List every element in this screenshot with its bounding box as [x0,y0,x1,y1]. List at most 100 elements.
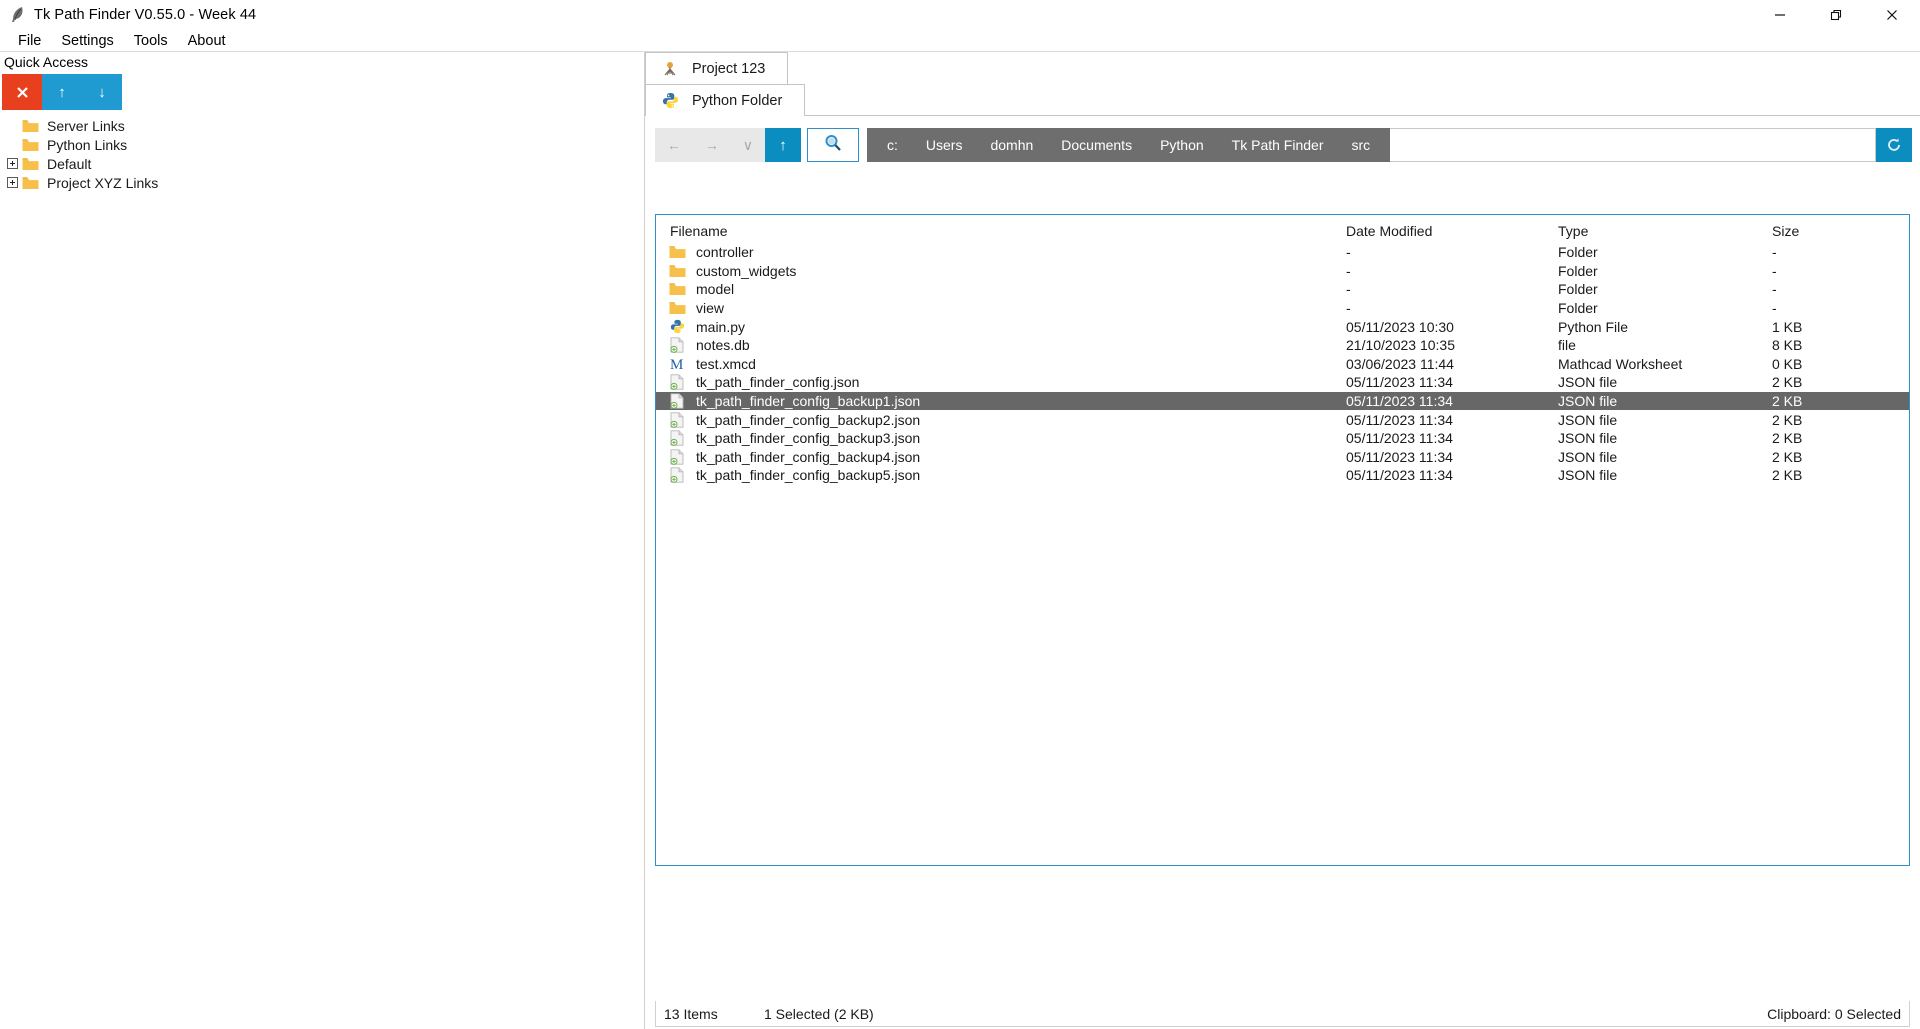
project-tab-bar: Project 123 [645,52,1920,84]
cell-size: 2 KB [1772,411,1803,428]
tree-roots-icon [660,60,680,78]
folder-icon [668,263,686,279]
generic-file-icon [668,393,686,409]
path-input[interactable] [1390,128,1876,162]
table-row[interactable]: Mtest.xmcd 03/06/2023 11:44 Mathcad Worksh… [656,355,1909,374]
table-row[interactable]: custom_widgets - Folder - [656,262,1909,281]
cell-date-modified: 05/11/2023 10:30 [1346,318,1454,335]
filename-label: notes.db [696,337,750,354]
up-directory-button[interactable]: ↑ [765,128,801,162]
quick-access-item-python-links[interactable]: Python Links [0,135,644,154]
breadcrumb-item-c[interactable]: c: [873,137,912,153]
close-button[interactable] [1864,0,1920,30]
tab-project-123[interactable]: Project 123 [645,52,789,84]
column-header-date-modified[interactable]: Date Modified [1346,223,1558,239]
refresh-button[interactable] [1876,128,1912,162]
window-title: Tk Path Finder V0.55.0 - Week 44 [34,6,257,23]
cell-date-modified: 05/11/2023 11:34 [1346,448,1453,465]
table-row[interactable]: tk_path_finder_config_backup5.json 05/11/… [656,466,1909,485]
cell-type: JSON file [1558,430,1618,447]
status-clipboard: Clipboard: 0 Selected [1767,1005,1901,1022]
table-row[interactable]: tk_path_finder_config.json 05/11/2023 11:… [656,373,1909,392]
breadcrumb-item-tk-path-finder[interactable]: Tk Path Finder [1218,137,1338,153]
table-row[interactable]: tk_path_finder_config_backup1.json 05/11/… [656,391,1909,411]
cell-type: JSON file [1558,448,1618,465]
table-row[interactable]: controller - Folder - [656,243,1909,262]
menu-item-file[interactable]: File [8,31,51,51]
cell-type: Folder [1558,262,1598,279]
file-browser-pane: Project 123 Python Folder ← → ∨ ↑ c: Use… [645,52,1920,1029]
cell-type: Folder [1558,300,1598,317]
expand-icon[interactable] [4,156,20,172]
column-header-size[interactable]: Size [1772,223,1892,239]
column-header-filename[interactable]: Filename [656,223,1346,239]
cell-type: JSON file [1558,374,1618,391]
cell-type: file [1558,337,1576,354]
tab-label: Project 123 [692,60,766,77]
tab-python-folder[interactable]: Python Folder [645,84,806,116]
filename-label: tk_path_finder_config_backup1.json [696,393,921,410]
menu-item-tools[interactable]: Tools [124,31,178,51]
quick-access-move-down-button[interactable]: ↓ [82,74,122,110]
cell-filename: custom_widgets [656,263,1346,279]
folder-icon [668,281,686,297]
quick-access-delete-button[interactable] [2,74,42,110]
cell-type: Mathcad Worksheet [1558,355,1683,372]
generic-file-icon [668,411,686,428]
table-row[interactable]: view - Folder - [656,299,1909,318]
table-row[interactable]: tk_path_finder_config_backup2.json 05/11/… [656,410,1909,429]
menu-item-settings[interactable]: Settings [51,31,123,51]
cell-size: 2 KB [1772,374,1803,391]
table-row[interactable]: main.py 05/11/2023 10:30 Python File 1 KB [656,317,1909,336]
column-header-type[interactable]: Type [1558,223,1772,239]
back-button[interactable]: ← [667,137,681,153]
folder-tab-bar: Python Folder [645,84,1920,116]
folder-icon [22,157,39,171]
generic-file-icon [668,374,686,391]
breadcrumb-item-src[interactable]: src [1338,137,1385,153]
minimize-button[interactable] [1752,0,1808,30]
table-row[interactable]: tk_path_finder_config_backup4.json 05/11/… [656,448,1909,467]
quick-access-item-default[interactable]: Default [0,154,644,173]
python-icon [660,92,680,110]
quick-access-move-up-button[interactable]: ↑ [42,74,82,110]
maximize-button[interactable] [1808,0,1864,30]
file-list[interactable]: Filename Date Modified Type Size control… [655,214,1910,866]
tab-label: Python Folder [692,92,783,109]
table-row[interactable]: tk_path_finder_config_backup3.json 05/11/… [656,429,1909,448]
status-bar: 13 Items 1 Selected (2 KB) Clipboard: 0 … [655,1001,1910,1027]
breadcrumb-item-python[interactable]: Python [1146,137,1218,153]
filename-label: main.py [696,318,746,335]
quick-access-item-server-links[interactable]: Server Links [0,116,644,135]
breadcrumb-item-users[interactable]: Users [912,137,977,153]
history-dropdown-button[interactable]: ∨ [743,137,753,154]
expand-icon[interactable] [4,175,20,191]
folder-icon [22,119,39,133]
history-nav-group: ← → ∨ [655,128,765,162]
table-row[interactable]: model - Folder - [656,280,1909,299]
folder-icon [668,244,686,260]
generic-file-icon [668,430,686,447]
title-bar: Tk Path Finder V0.55.0 - Week 44 [0,0,1920,30]
quick-access-item-project-xyz-links[interactable]: Project XYZ Links [0,173,644,192]
cell-date-modified: - [1346,262,1351,279]
menu-item-about[interactable]: About [178,31,236,51]
cell-filename: view [656,300,1346,316]
quick-access-item-label: Server Links [47,117,125,134]
search-button[interactable] [807,128,859,162]
folder-icon [22,138,39,152]
quick-access-pane: Quick Access ↑ ↓ Server Links Python Lin… [0,52,645,1029]
cell-type: JSON file [1558,393,1618,410]
cell-filename: tk_path_finder_config_backup3.json [656,430,1346,446]
filename-label: tk_path_finder_config_backup2.json [696,411,921,428]
filename-label: custom_widgets [696,262,797,279]
table-row[interactable]: notes.db 21/10/2023 10:35 file 8 KB [656,336,1909,355]
cell-date-modified: 05/11/2023 11:34 [1346,430,1453,447]
cell-size: - [1772,244,1777,261]
quick-access-tree: Server Links Python Links Default Projec… [0,116,644,192]
cell-size: 1 KB [1772,318,1803,335]
forward-button[interactable]: → [705,137,719,153]
generic-file-icon [668,467,686,484]
breadcrumb-item-domhn[interactable]: domhn [976,137,1047,153]
breadcrumb-item-documents[interactable]: Documents [1047,137,1146,153]
